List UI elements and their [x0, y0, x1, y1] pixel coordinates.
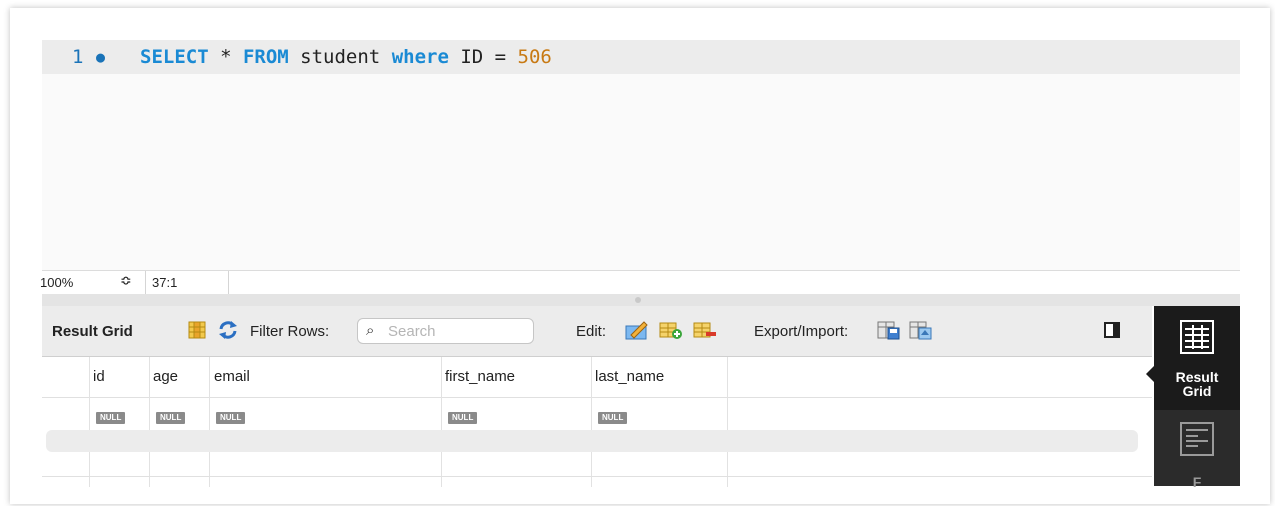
result-grid[interactable]: id age email first_name last_name NULL N…	[42, 357, 1152, 487]
keyword-from: FROM	[242, 46, 289, 68]
null-cell-first-name[interactable]: NULL	[448, 412, 478, 424]
result-grid-title: Result Grid	[52, 323, 133, 340]
status-divider	[145, 271, 146, 295]
search-icon: ⌕	[366, 322, 375, 339]
null-cell-age[interactable]: NULL	[156, 412, 186, 424]
sql-statement: SELECT * FROM student where ID = 506	[140, 40, 552, 74]
column-divider	[149, 357, 150, 487]
editor-status-bar: 100% ≎ 37:1	[40, 270, 1240, 295]
grid-row-divider	[42, 476, 1152, 477]
side-tab-label-line2: Grid	[1182, 383, 1212, 399]
filter-rows-input[interactable]	[386, 321, 530, 341]
result-toolbar: Result Grid Filter Rows: ⌕ Edit:	[42, 306, 1152, 357]
export-import-label: Export/Import:	[754, 323, 849, 340]
panel-splitter[interactable]	[42, 294, 1240, 306]
keyword-select: SELECT	[140, 46, 209, 68]
column-header-last-name[interactable]: last_name	[595, 368, 664, 385]
filter-rows-label: Filter Rows:	[250, 323, 330, 340]
column-divider	[727, 357, 728, 487]
statement-marker-icon: ●	[96, 48, 106, 66]
column-header-email[interactable]: email	[214, 368, 250, 385]
sql-star: *	[208, 46, 243, 68]
null-cell-id[interactable]: NULL	[96, 412, 126, 424]
side-tab-result-grid[interactable]: Result Grid	[1146, 306, 1240, 410]
side-tab-label: Result Grid	[1154, 370, 1240, 398]
edit-label: Edit:	[576, 323, 607, 340]
add-row-icon[interactable]	[659, 320, 683, 340]
sql-number-literal: 506	[517, 46, 552, 68]
status-divider	[228, 271, 229, 295]
splitter-handle-icon[interactable]	[635, 297, 641, 303]
active-tab-pointer-icon	[1146, 366, 1154, 382]
empty-table-row[interactable]	[46, 430, 1138, 452]
null-cell-last-name[interactable]: NULL	[598, 412, 628, 424]
zoom-stepper-icon[interactable]: ≎	[120, 272, 132, 289]
keyword-where: where	[391, 46, 449, 68]
code-line-1[interactable]: 1 ● SELECT * FROM student where ID = 506	[42, 40, 1240, 74]
import-icon[interactable]	[909, 320, 933, 340]
column-header-first-name[interactable]: first_name	[445, 368, 515, 385]
sql-editor[interactable]: 1 ● SELECT * FROM student where ID = 506	[42, 40, 1240, 270]
toggle-side-panel-icon[interactable]	[1104, 322, 1120, 338]
null-cell-email[interactable]: NULL	[216, 412, 246, 424]
column-header-id[interactable]: id	[93, 368, 105, 385]
column-divider	[441, 357, 442, 487]
side-tab-form-label[interactable]: F	[1154, 474, 1240, 490]
export-icon[interactable]	[877, 320, 901, 340]
form-editor-icon[interactable]	[1180, 422, 1214, 456]
sql-condition: ID =	[448, 46, 518, 68]
column-header-age[interactable]: age	[153, 368, 178, 385]
column-divider	[591, 357, 592, 487]
line-number: 1	[72, 46, 84, 68]
refresh-icon[interactable]	[218, 320, 238, 340]
result-side-panel: Result Grid F	[1146, 306, 1240, 490]
query-window: 1 ● SELECT * FROM student where ID = 506…	[10, 8, 1270, 504]
zoom-level[interactable]: 100%	[40, 275, 73, 290]
sql-table-name: student	[288, 46, 392, 68]
delete-row-icon[interactable]	[693, 320, 717, 340]
column-divider	[89, 357, 90, 487]
column-divider	[209, 357, 210, 487]
edit-row-icon[interactable]	[625, 320, 649, 340]
column-toggle-icon[interactable]	[187, 320, 207, 340]
result-grid-icon	[1180, 320, 1214, 354]
filter-search-box[interactable]: ⌕	[357, 318, 534, 344]
cursor-position: 37:1	[152, 275, 178, 290]
